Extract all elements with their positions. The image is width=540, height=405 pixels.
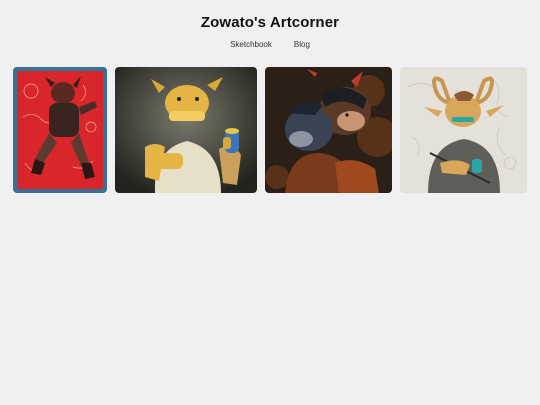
gallery-item-autumn-pair[interactable]	[265, 67, 392, 193]
artwork-image	[115, 67, 257, 193]
gallery-item-horned-sketch[interactable]	[400, 67, 527, 193]
gallery-item-horned-character[interactable]	[115, 67, 257, 193]
artwork-image	[400, 67, 527, 193]
gallery-item-red-poster[interactable]	[13, 67, 107, 193]
artwork-image	[265, 67, 392, 193]
artwork-image	[13, 67, 107, 193]
gallery-grid	[0, 0, 540, 405]
